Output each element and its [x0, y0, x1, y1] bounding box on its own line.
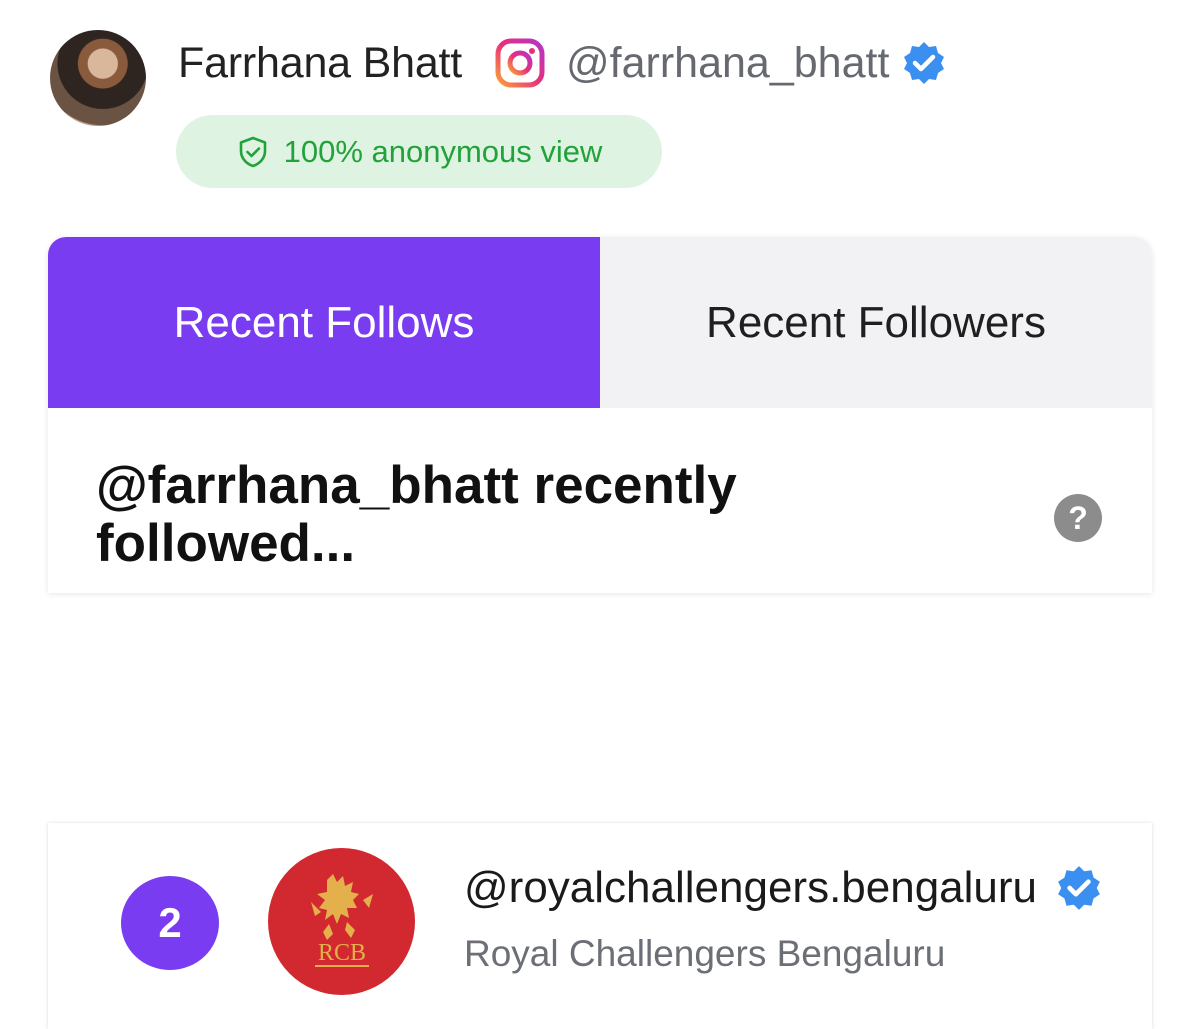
- anonymous-view-label: 100% anonymous view: [283, 133, 603, 169]
- svg-text:RCB: RCB: [317, 940, 365, 966]
- tab-recent-follows[interactable]: Recent Follows: [48, 237, 600, 408]
- rcb-lion-logo: RCB: [310, 873, 373, 967]
- tab-label: Recent Follows: [173, 297, 475, 347]
- section-heading: @farrhana_bhatt recently followed...: [96, 456, 737, 573]
- profile-name: Farrhana Bhatt: [178, 38, 463, 87]
- follows-card: Recent Follows Recent Followers @farrhan…: [48, 237, 1152, 593]
- team-logo: RCB: [268, 848, 415, 995]
- anonymous-view-badge: 100% anonymous view: [176, 115, 662, 188]
- help-icon[interactable]: ?: [1054, 494, 1102, 542]
- rank-badge: 2: [121, 876, 219, 970]
- item-handle-row: @royalchallengers.bengaluru: [464, 863, 1103, 913]
- profile-avatar: [50, 30, 146, 126]
- item-display-name: Royal Challengers Bengaluru: [464, 933, 946, 974]
- instagram-icon: [495, 38, 545, 88]
- tab-recent-followers[interactable]: Recent Followers: [600, 237, 1152, 408]
- tab-label: Recent Followers: [706, 297, 1046, 347]
- list-item[interactable]: 2 RCB @royalchallengers.bengaluru Royal …: [48, 823, 1152, 1029]
- profile-name-row: Farrhana Bhatt @farrhana_bhatt: [178, 36, 947, 90]
- shield-check-icon: [239, 136, 266, 167]
- page: Farrhana Bhatt @farrhana_bhatt 100% anon…: [0, 0, 1200, 1029]
- item-handle[interactable]: @royalchallengers.bengaluru: [464, 863, 1037, 913]
- verified-badge-icon: [904, 42, 945, 84]
- tab-bar: Recent Follows Recent Followers: [48, 237, 1152, 408]
- verified-badge-icon: [1058, 866, 1100, 910]
- profile-handle: @farrhana_bhatt: [566, 38, 890, 87]
